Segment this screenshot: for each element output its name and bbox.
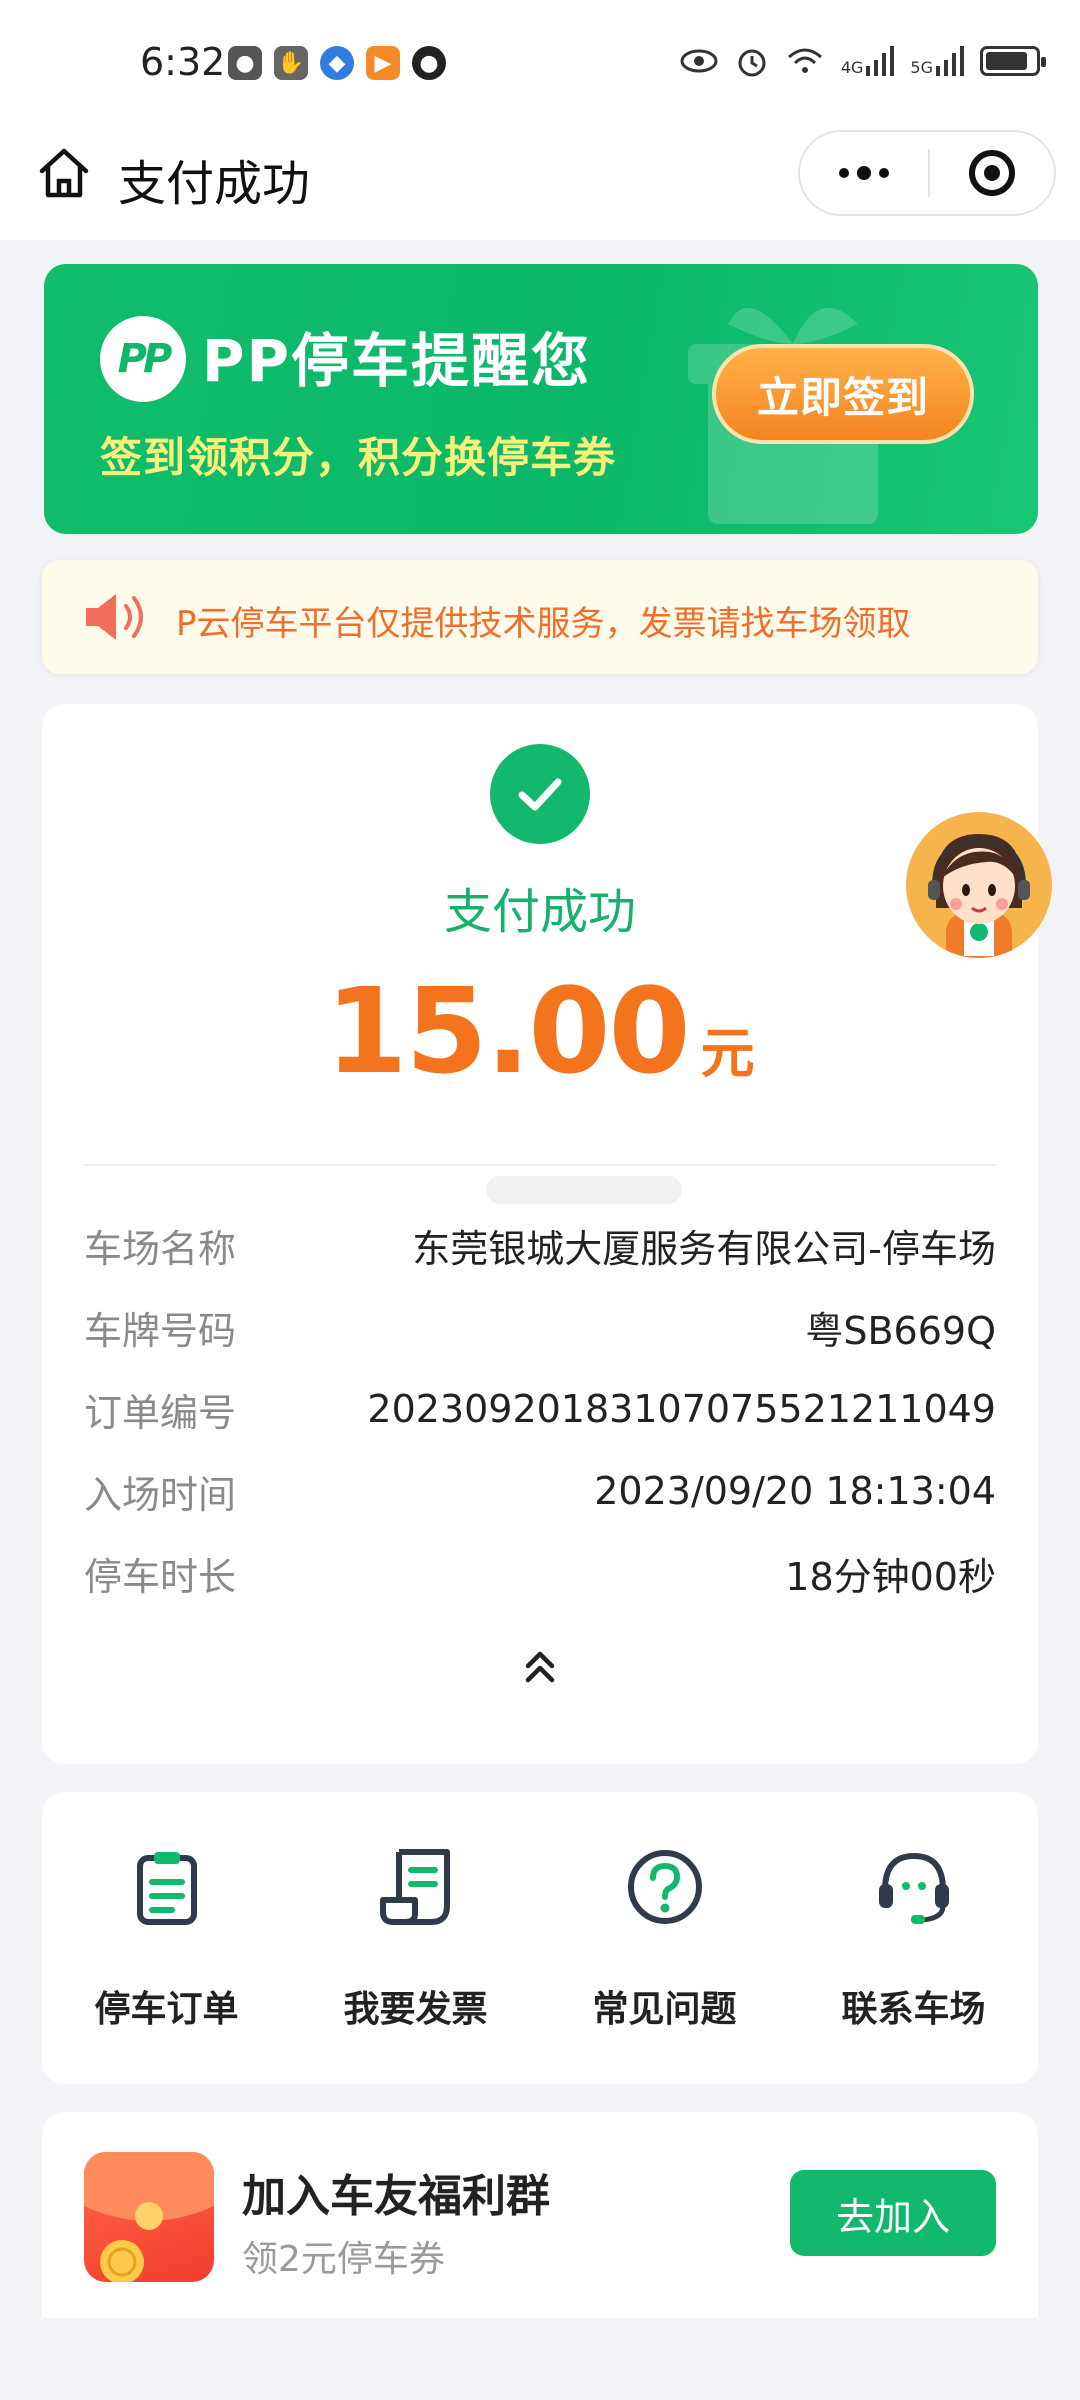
divider	[84, 1164, 996, 1166]
detail-value: 粤SB669Q	[805, 1308, 996, 1353]
detail-label: 订单编号	[84, 1390, 237, 1435]
target-close-icon[interactable]	[930, 132, 1054, 214]
status-bar: 6:32 ● ✋ ◆ ▶ ● 4G 5G	[0, 0, 1080, 130]
detail-row-order: 订单编号 20230920183107075521211049	[84, 1368, 996, 1450]
headset-icon	[878, 1852, 949, 1924]
wifi-icon	[787, 48, 822, 73]
detail-value: 20230920183107075521211049	[367, 1387, 996, 1431]
checkin-banner[interactable]: PP PP停车提醒您 签到领积分，积分换停车券 立即签到	[44, 264, 1038, 534]
watermark-badge	[486, 1176, 682, 1204]
nav-bar: 支付成功	[0, 130, 1080, 240]
action-parking-orders[interactable]: 停车订单	[42, 1792, 291, 2084]
notice-text: P云停车平台仅提供技术服务，发票请找车场领取	[176, 604, 911, 644]
status-time: 6:32	[140, 40, 226, 84]
more-dots-icon[interactable]	[800, 132, 928, 214]
red-packet-icon	[84, 2152, 214, 2282]
qq-icon: ●	[412, 46, 446, 80]
browser-icon: ◆	[320, 46, 354, 80]
question-icon	[627, 1850, 702, 1924]
detail-label: 停车时长	[84, 1554, 237, 1599]
wechat-icon: ●	[228, 46, 262, 80]
notification-icons: ● ✋ ◆ ▶ ●	[228, 46, 446, 80]
detail-value: 东莞银城大厦服务有限公司-停车场	[412, 1226, 996, 1271]
action-label: 我要发票	[343, 1989, 488, 2030]
action-label: 停车订单	[94, 1989, 239, 2030]
detail-row-plate: 车牌号码 粤SB669Q	[84, 1286, 996, 1368]
signal-5g-icon: 5G	[910, 46, 964, 76]
detail-value: 18分钟00秒	[785, 1554, 996, 1599]
payment-status: 支付成功	[443, 884, 636, 940]
signal-4g-icon: 4G	[841, 46, 895, 76]
clipboard-icon	[136, 1852, 197, 1925]
battery-level	[986, 52, 1027, 70]
page-title: 支付成功	[118, 156, 311, 212]
mini-program-capsule	[798, 130, 1056, 216]
action-invoice[interactable]: 我要发票	[291, 1792, 540, 2084]
detail-row-lot: 车场名称 东莞银城大厦服务有限公司-停车场	[84, 1204, 996, 1286]
detail-label: 车场名称	[84, 1226, 237, 1271]
pp-logo: PP	[100, 316, 186, 402]
notice-bar: P云停车平台仅提供技术服务，发票请找车场领取	[42, 560, 1038, 674]
welfare-group-card: 加入车友福利群 领2元停车券 去加入	[42, 2112, 1038, 2318]
banner-subtitle: 签到领积分，积分换停车券	[100, 433, 617, 482]
battery-icon	[980, 46, 1046, 76]
eye-icon	[680, 49, 718, 73]
customer-service-avatar[interactable]	[906, 812, 1052, 958]
speaker-icon	[86, 594, 143, 640]
action-label: 常见问题	[592, 1989, 737, 2030]
status-indicators: 4G 5G	[679, 44, 1046, 78]
home-icon[interactable]	[34, 143, 94, 203]
amount-value: 15.00	[325, 962, 690, 1100]
invoice-icon	[379, 1849, 450, 1925]
checkin-button[interactable]: 立即签到	[712, 344, 974, 444]
quick-actions: 停车订单 我要发票 常见问题 联系车场	[42, 1792, 1038, 2084]
video-icon: ▶	[366, 46, 400, 80]
detail-label: 入场时间	[84, 1472, 237, 1517]
detail-value: 2023/09/20 18:13:04	[594, 1469, 996, 1513]
hand-icon: ✋	[274, 46, 308, 80]
group-title: 加入车友福利群	[242, 2171, 550, 2222]
detail-label: 车牌号码	[84, 1308, 237, 1353]
collapse-chevron-icon[interactable]	[516, 1644, 564, 1692]
amount-unit: 元	[700, 1022, 755, 1085]
action-contact-lot[interactable]: 联系车场	[789, 1792, 1038, 2084]
banner-title: PP停车提醒您	[202, 327, 592, 395]
success-check-icon	[490, 744, 590, 844]
alarm-icon	[738, 49, 766, 77]
payment-amount: 15.00 元	[42, 962, 1038, 1100]
order-details: 车场名称 东莞银城大厦服务有限公司-停车场 车牌号码 粤SB669Q 订单编号 …	[84, 1204, 996, 1614]
page: 6:32 ● ✋ ◆ ▶ ● 4G 5G 支付成功 PP PP停车提醒您 签到领…	[0, 0, 1080, 2400]
action-label: 联系车场	[841, 1989, 986, 2030]
join-group-button[interactable]: 去加入	[790, 2170, 996, 2256]
detail-row-entry-time: 入场时间 2023/09/20 18:13:04	[84, 1450, 996, 1532]
detail-row-duration: 停车时长 18分钟00秒	[84, 1532, 996, 1614]
action-faq[interactable]: 常见问题	[540, 1792, 789, 2084]
payment-result-card: 支付成功 15.00 元 车场名称 东莞银城大厦服务有限公司-停车场 车牌号码 粤…	[42, 704, 1038, 1764]
group-subtitle: 领2元停车券	[242, 2239, 445, 2280]
